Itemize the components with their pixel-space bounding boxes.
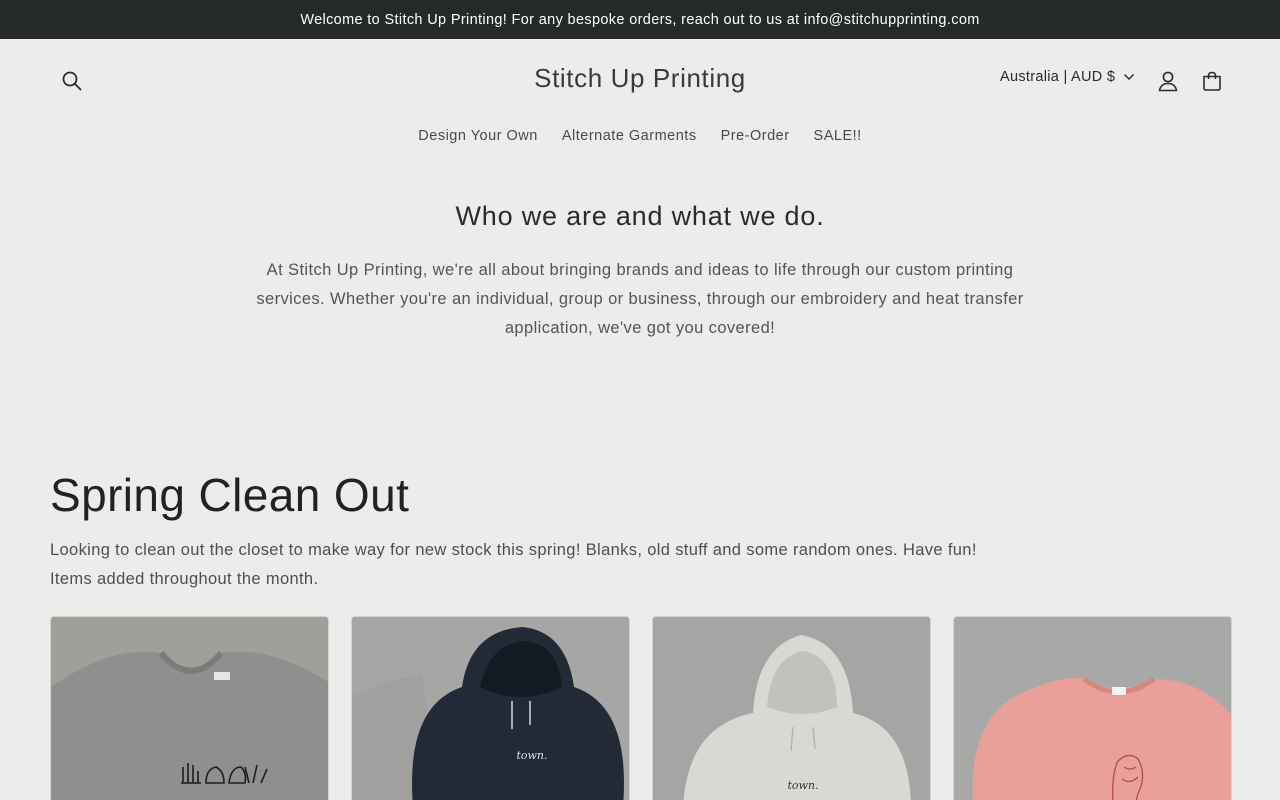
nav-item-alternate-garments[interactable]: Alternate Garments (562, 123, 697, 163)
chevron-down-icon (1124, 73, 1135, 81)
site-header: Stitch Up Printing Australia | AUD $ (0, 39, 1280, 123)
brand-link[interactable]: Stitch Up Printing (534, 63, 746, 93)
about-text: At Stitch Up Printing, we're all about b… (256, 261, 1024, 337)
product-image (51, 617, 328, 800)
cart-button[interactable] (1195, 64, 1229, 98)
collection-title[interactable]: Spring Clean Out (50, 468, 1230, 522)
product-image: town. (653, 617, 930, 800)
collection-description: Looking to clean out the closet to make … (50, 536, 1230, 594)
announcement-text: Welcome to Stitch Up Printing! For any b… (300, 11, 980, 28)
product-grid: town. town. (50, 616, 1232, 800)
about-heading: Who we are and what we do. (455, 201, 825, 231)
product-card-navy-hoodie[interactable]: town. (351, 616, 630, 800)
user-icon (1158, 71, 1178, 92)
collection-description-line-1: Looking to clean out the closet to make … (50, 541, 977, 559)
product-image: town. (352, 617, 629, 800)
collection-description-line-2: Items added throughout the month. (50, 570, 319, 588)
product-card-white-hoodie[interactable]: town. (652, 616, 931, 800)
hoodie-print: town. (516, 749, 547, 762)
about-section: Who we are and what we do. At Stitch Up … (0, 201, 1280, 343)
product-card-grey-sweatshirt[interactable] (50, 616, 329, 800)
featured-collection: Spring Clean Out Looking to clean out th… (50, 468, 1230, 594)
product-card-pink-sweatshirt[interactable] (953, 616, 1232, 800)
country-selector-label: Australia | AUD $ (1000, 69, 1116, 85)
nav-item-pre-order[interactable]: Pre-Order (721, 123, 790, 163)
account-button[interactable] (1151, 64, 1185, 98)
product-image (954, 617, 1231, 800)
announcement-bar: Welcome to Stitch Up Printing! For any b… (0, 0, 1280, 39)
nav-item-sale[interactable]: SALE!! (814, 123, 862, 163)
hoodie-print: town. (787, 779, 818, 792)
main-navigation: Design Your Own Alternate Garments Pre-O… (0, 123, 1280, 163)
nav-item-design-your-own[interactable]: Design Your Own (418, 123, 538, 163)
cart-icon (1203, 71, 1221, 91)
country-selector[interactable]: Australia | AUD $ (1000, 69, 1135, 85)
